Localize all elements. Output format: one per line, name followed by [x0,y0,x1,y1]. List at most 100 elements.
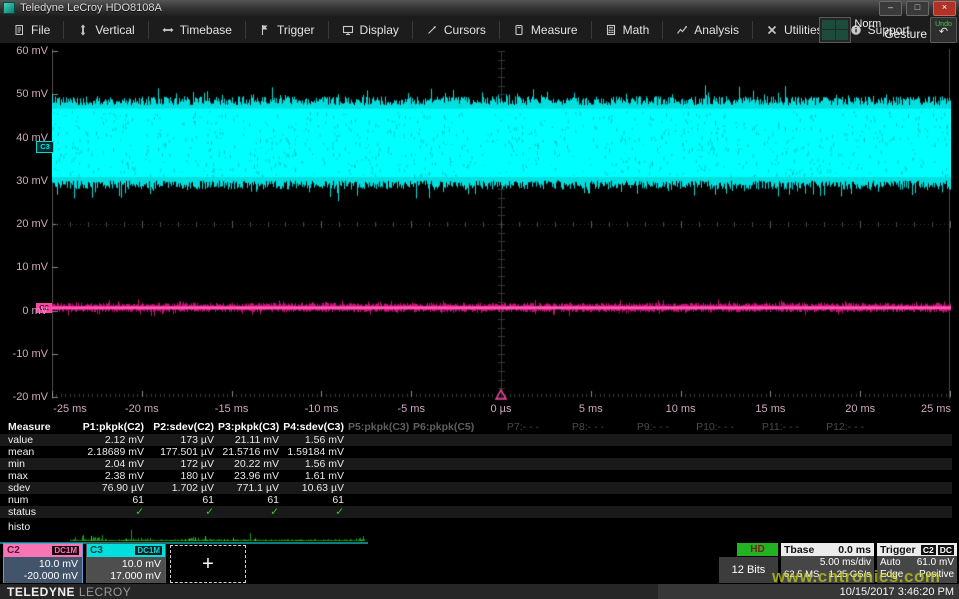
maximize-button[interactable]: □ [906,1,929,16]
measure-cell: 2.12 mV [62,434,148,446]
measure-cell [348,446,413,458]
measure-cell [413,506,478,518]
menu-analysis[interactable]: Analysis [663,21,753,39]
measure-cell [803,434,868,446]
measure-cell: 173 µV [148,434,218,446]
measure-cell [608,506,673,518]
x-axis-label: -25 ms [53,403,87,415]
minimize-button[interactable]: – [879,1,902,16]
channel-c3-descriptor[interactable]: C3 DC1M 10.0 mV 17.000 mV [86,543,166,583]
display-mode-label[interactable]: Norm [854,18,881,30]
measure-cell [803,506,868,518]
measure-row: sdev76.90 µV1.702 µV771.1 µV10.63 µV [0,482,952,494]
menu-display[interactable]: Display [329,21,413,39]
measure-cell: ✓ [148,506,218,518]
gesture-button[interactable]: Gesture [884,27,927,41]
measure-col-header[interactable]: P11:- - - [738,421,803,434]
x-axis-label: 10 ms [666,403,696,415]
menu-vertical[interactable]: Vertical [64,21,148,39]
close-button[interactable]: × [933,1,956,16]
y-axis-label: 20 mV [0,218,48,231]
measure-cell [348,494,413,506]
measure-cell [543,458,608,470]
menu-measure[interactable]: Measure [500,21,592,39]
measure-col-header[interactable]: P1:pkpk(C2) [62,421,148,434]
measure-row: mean2.18689 mV177.501 µV21.5716 mV1.5918… [0,446,952,458]
measure-col-header[interactable]: P7:- - - [478,421,543,434]
measure-cell [543,434,608,446]
watermark: www.cntronics.com [772,567,940,587]
menu-math[interactable]: Math [592,21,664,39]
y-axis-label: 40 mV [0,132,48,145]
c3-label: C3 [90,545,103,556]
measure-cell [673,446,738,458]
measure-cell [738,446,803,458]
measure-col-header[interactable]: P8:- - - [543,421,608,434]
menu-trigger[interactable]: Trigger [246,21,329,39]
measure-cell [673,458,738,470]
measure-col-header[interactable]: P4:sdev(C3) [283,421,348,434]
measure-cell: ✓ [283,506,348,518]
timebase-offset: 0.0 ms [838,544,871,556]
channel-c2-descriptor[interactable]: C2 DC1M 10.0 mV -20.000 mV [3,543,83,583]
x-axis-label: -20 ms [125,403,159,415]
measure-cell: 1.702 µV [148,482,218,494]
measure-cell [543,470,608,482]
measure-cell: 10.63 µV [283,482,348,494]
measure-cell: 1.59184 mV [283,446,348,458]
measure-cell: 21.5716 mV [218,446,283,458]
measure-cell [738,494,803,506]
measure-cell [738,458,803,470]
title-bar: Teledyne LeCroy HDO8108A – □ × [0,0,959,16]
measure-cell [543,482,608,494]
brand-logo: TELEDYNE LECROY [7,585,131,599]
waveform-plot-area: C3 C2 60 mV50 mV40 mV30 mV20 mV10 mV0 mV… [0,43,959,421]
vertical-arrows-icon [77,24,89,36]
menu-cursors[interactable]: Cursors [413,21,500,39]
add-trace-button[interactable]: + [170,545,246,583]
hd-mode-badge[interactable]: HD [737,543,778,556]
grid-layout-button[interactable] [819,17,851,43]
measure-cell: 2.38 mV [62,470,148,482]
timestamp: 10/15/2017 3:46:20 PM [840,586,954,598]
measure-cell [543,506,608,518]
measure-col-header[interactable]: P6:pkpk(C5) [413,421,478,434]
x-axis-label: -5 ms [397,403,425,415]
measure-cell: 61 [283,494,348,506]
measure-col-header[interactable]: P3:pkpk(C3) [218,421,283,434]
measure-row-label: value [0,434,62,446]
measure-cell [673,482,738,494]
measure-cell [413,446,478,458]
menu-timebase[interactable]: Timebase [149,21,246,39]
measure-cell [348,458,413,470]
measure-row: min2.04 mV172 µV20.22 mV1.56 mV [0,458,952,470]
resolution-bits-box[interactable]: 12 Bits [719,557,778,583]
measure-cell [738,434,803,446]
menu-file[interactable]: File [0,21,64,39]
measure-cell [478,458,543,470]
measure-cell [543,494,608,506]
measure-cell [738,470,803,482]
measure-cell [348,470,413,482]
measure-col-header[interactable]: P10:- - - [673,421,738,434]
c3-coupling-badge: DC1M [134,545,163,556]
undo-button[interactable]: Undo ↶ [930,17,957,43]
measure-cell: 172 µV [148,458,218,470]
measure-row-label: mean [0,446,62,458]
measure-cell [608,458,673,470]
measure-cell [348,434,413,446]
measure-cell [673,470,738,482]
x-axis-label: -10 ms [305,403,339,415]
calculator-icon [605,24,617,36]
measure-col-header[interactable]: P9:- - - [608,421,673,434]
measure-cell [803,494,868,506]
undo-icon: ↶ [939,27,948,38]
measure-col-header[interactable]: P2:sdev(C2) [148,421,218,434]
measure-col-header[interactable]: P5:pkpk(C3) [348,421,413,434]
measure-panel: MeasureP1:pkpk(C2)P2:sdev(C2)P3:pkpk(C3)… [0,421,959,518]
waveform-display[interactable] [52,43,951,401]
measure-cell: 180 µV [148,470,218,482]
measure-cell [608,470,673,482]
x-axis-label: 15 ms [755,403,785,415]
measure-col-header[interactable]: P12:- - - [803,421,868,434]
